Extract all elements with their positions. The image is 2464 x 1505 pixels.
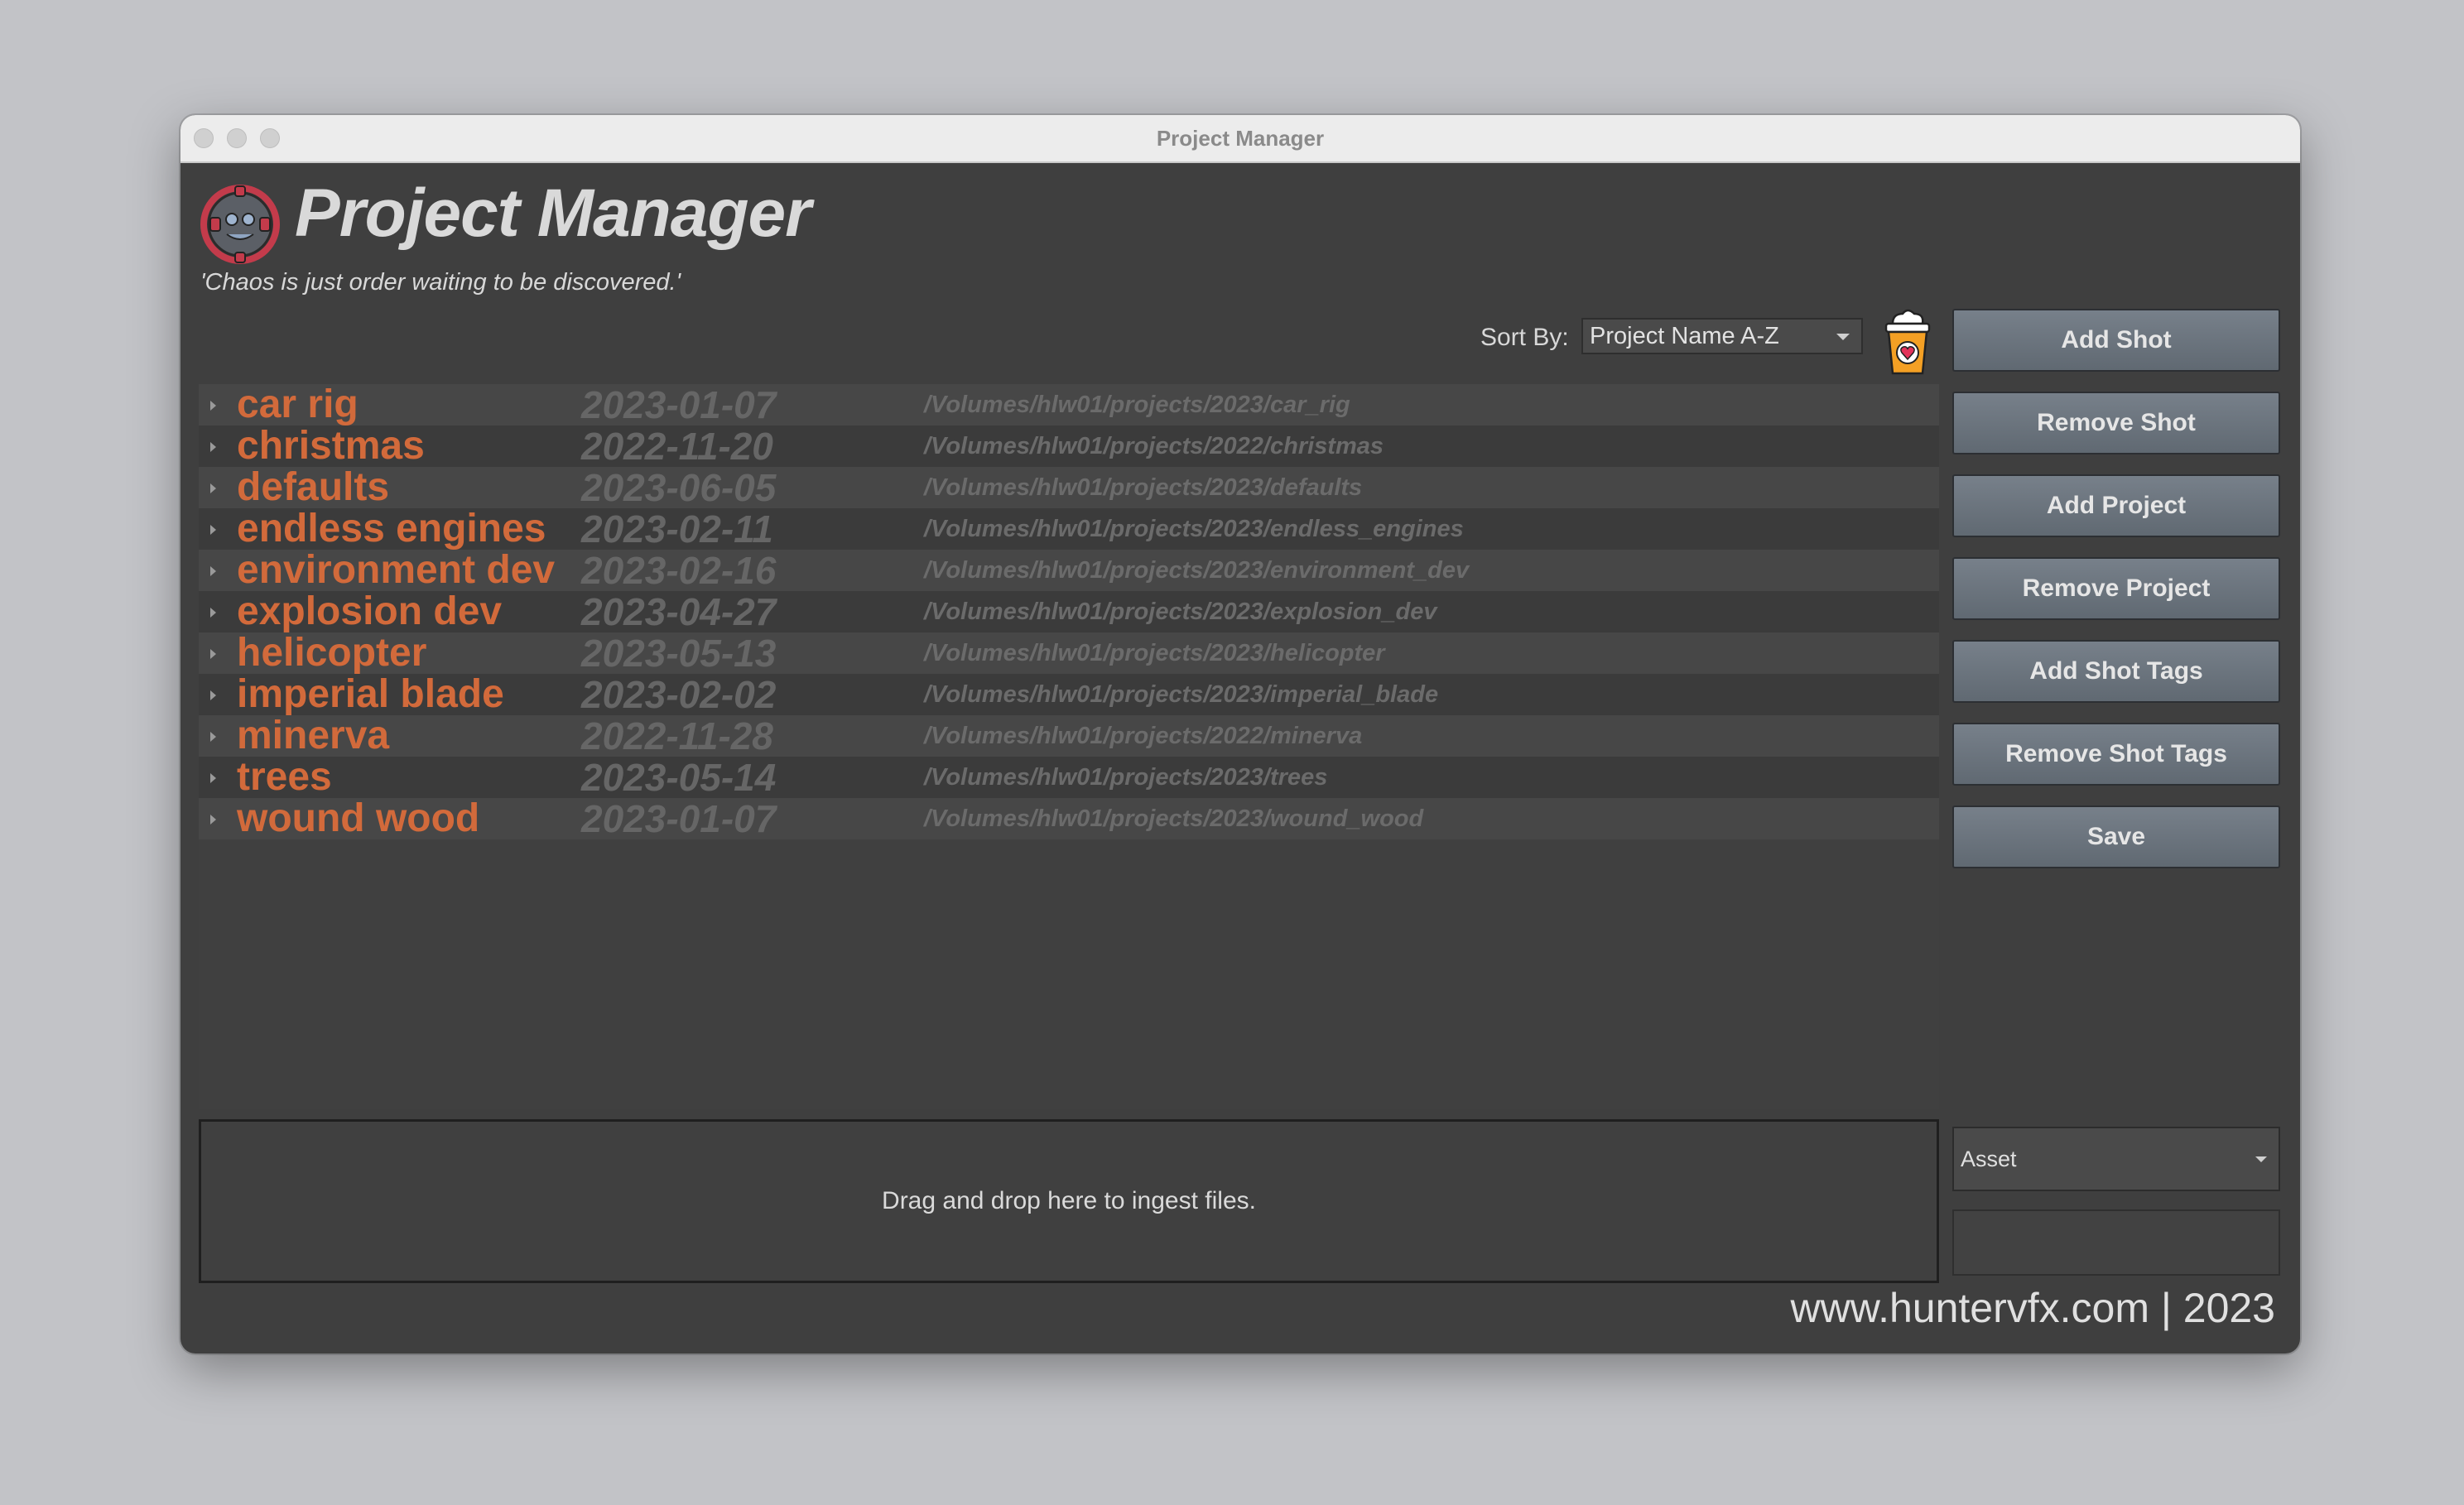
add-shot-tags-button[interactable]: Add Shot Tags [1952,640,2280,703]
asset-type-value: Asset [1961,1147,2017,1171]
project-name: helicopter [237,631,427,675]
project-path: /Volumes/hlw01/projects/2023/explosion_d… [924,599,1437,625]
project-row[interactable]: christmas 2022-11-20 /Volumes/hlw01/proj… [199,426,1939,467]
expand-arrow-icon[interactable] [210,442,216,452]
sort-dropdown-value: Project Name A-Z [1590,323,1779,349]
project-name: wound wood [237,796,480,840]
project-date: 2023-04-27 [581,590,777,633]
project-name: imperial blade [237,672,504,716]
project-path: /Volumes/hlw01/projects/2023/defaults [924,474,1363,501]
project-path: /Volumes/hlw01/projects/2022/christmas [924,433,1384,459]
project-row[interactable]: defaults 2023-06-05 /Volumes/hlw01/proje… [199,467,1939,508]
expand-arrow-icon[interactable] [210,608,216,618]
project-name: explosion dev [237,589,503,633]
project-date: 2023-02-11 [581,507,773,551]
project-date: 2023-06-05 [581,466,777,509]
app-title: Project Manager [295,176,811,251]
remove-shot-tags-button[interactable]: Remove Shot Tags [1952,723,2280,786]
project-row[interactable]: car rig 2023-01-07 /Volumes/hlw01/projec… [199,384,1939,426]
project-row[interactable]: minerva 2022-11-28 /Volumes/hlw01/projec… [199,715,1939,757]
project-date: 2023-01-07 [581,797,777,840]
project-name: christmas [237,424,425,468]
coffee-cup-heart-icon[interactable] [1881,307,1934,377]
remove-project-button[interactable]: Remove Project [1952,557,2280,620]
project-list[interactable]: car rig 2023-01-07 /Volumes/hlw01/projec… [199,384,1939,1109]
project-date: 2023-02-02 [581,673,777,716]
expand-arrow-icon[interactable] [210,401,216,411]
expand-arrow-icon[interactable] [210,649,216,659]
project-name: environment dev [237,548,556,592]
tag-input-field[interactable] [1952,1209,2280,1276]
project-date: 2022-11-28 [581,714,773,757]
project-date: 2023-01-07 [581,383,777,426]
expand-arrow-icon[interactable] [210,732,216,742]
expand-arrow-icon[interactable] [210,815,216,825]
app-window: Project Manager Project Manager 'Chaos i… [180,115,2300,1354]
project-date: 2023-02-16 [581,549,777,592]
expand-arrow-icon[interactable] [210,525,216,535]
project-path: /Volumes/hlw01/projects/2023/car_rig [924,392,1350,418]
remove-shot-button[interactable]: Remove Shot [1952,392,2280,454]
project-name: minerva [237,714,390,757]
add-project-button[interactable]: Add Project [1952,474,2280,537]
project-name: defaults [237,465,390,509]
project-path: /Volumes/hlw01/projects/2022/minerva [924,723,1363,749]
expand-arrow-icon[interactable] [210,483,216,493]
robot-logo-icon [200,185,280,264]
project-row[interactable]: environment dev 2023-02-16 /Volumes/hlw0… [199,550,1939,591]
asset-type-dropdown[interactable]: Asset [1952,1127,2280,1191]
footer-credit: www.huntervfx.com | 2023 [1790,1285,2275,1331]
project-row[interactable]: trees 2023-05-14 /Volumes/hlw01/projects… [199,757,1939,798]
project-path: /Volumes/hlw01/projects/2023/helicopter [924,640,1385,666]
project-row[interactable]: endless engines 2023-02-11 /Volumes/hlw0… [199,508,1939,550]
chevron-down-icon [1836,334,1850,340]
project-row[interactable]: imperial blade 2023-02-02 /Volumes/hlw01… [199,674,1939,715]
expand-arrow-icon[interactable] [210,690,216,700]
project-path: /Volumes/hlw01/projects/2023/endless_eng… [924,516,1464,542]
project-date: 2022-11-20 [581,425,773,468]
expand-arrow-icon[interactable] [210,773,216,783]
project-row[interactable]: helicopter 2023-05-13 /Volumes/hlw01/pro… [199,632,1939,674]
project-path: /Volumes/hlw01/projects/2023/wound_wood [924,805,1424,832]
expand-arrow-icon[interactable] [210,566,216,576]
project-row[interactable]: explosion dev 2023-04-27 /Volumes/hlw01/… [199,591,1939,632]
project-path: /Volumes/hlw01/projects/2023/environment… [924,557,1470,584]
sort-label: Sort By: [1480,324,1569,351]
project-date: 2023-05-14 [581,756,777,799]
project-name: trees [237,755,332,799]
project-path: /Volumes/hlw01/projects/2023/imperial_bl… [924,681,1439,708]
add-shot-button[interactable]: Add Shot [1952,309,2280,372]
window-title: Project Manager [1156,126,1325,151]
tagline: 'Chaos is just order waiting to be disco… [200,269,681,296]
project-name: endless engines [237,507,546,551]
project-row[interactable]: wound wood 2023-01-07 /Volumes/hlw01/pro… [199,798,1939,839]
chevron-down-icon [2255,1156,2267,1162]
title-bar: Project Manager [180,115,2300,163]
ingest-dropzone[interactable]: Drag and drop here to ingest files. [199,1119,1939,1283]
project-name: car rig [237,382,359,426]
project-date: 2023-05-13 [581,632,777,675]
project-path: /Volumes/hlw01/projects/2023/trees [924,764,1328,791]
save-button[interactable]: Save [1952,805,2280,868]
sort-dropdown[interactable]: Project Name A-Z [1581,318,1863,354]
